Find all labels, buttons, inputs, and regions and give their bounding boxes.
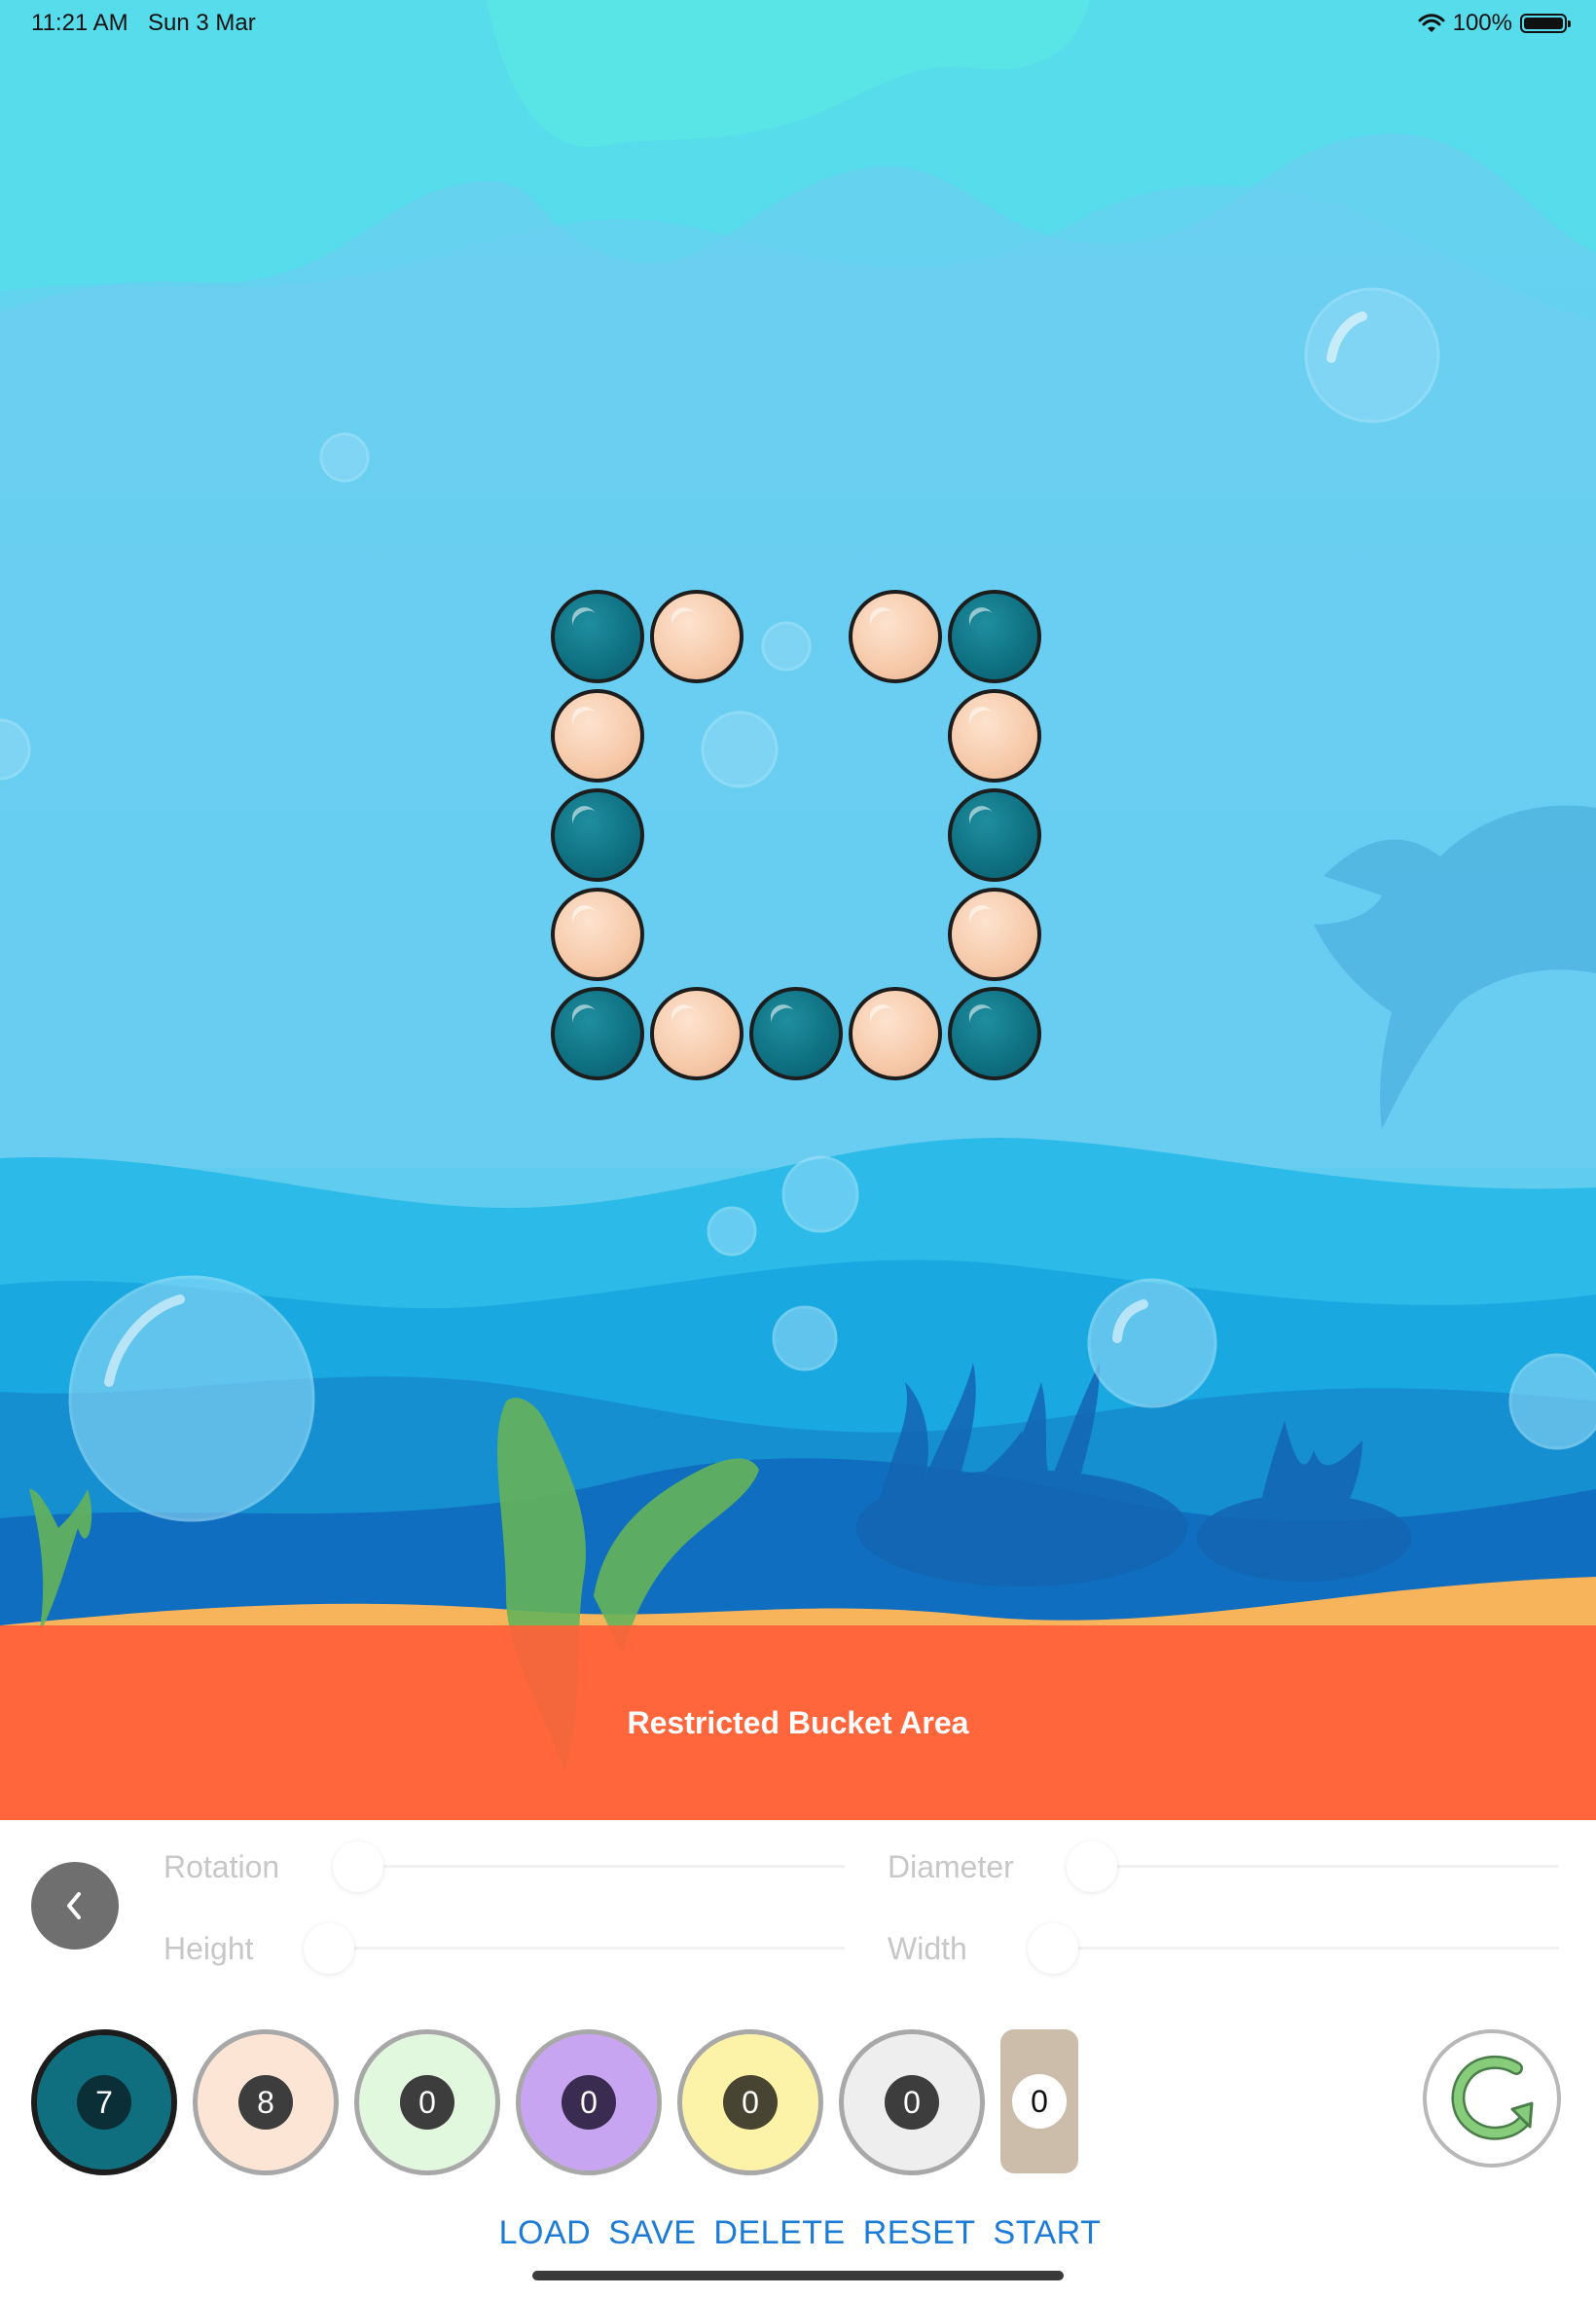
peg-teal[interactable] xyxy=(948,788,1041,882)
palette-green-button[interactable]: 0 xyxy=(354,2029,500,2175)
save-button[interactable]: SAVE xyxy=(608,2214,696,2263)
peg-teal[interactable] xyxy=(948,987,1041,1080)
status-bar: 11:21 AM Sun 3 Mar 100% xyxy=(0,0,1596,47)
start-button[interactable]: START xyxy=(994,2214,1102,2263)
peg-peach[interactable] xyxy=(948,888,1041,981)
status-date: Sun 3 Mar xyxy=(148,10,256,36)
peg-peach[interactable] xyxy=(551,888,644,981)
wifi-icon xyxy=(1418,14,1445,32)
palette-purple-count: 0 xyxy=(562,2075,616,2130)
palette-green-count: 0 xyxy=(400,2075,454,2130)
rectangle-block-count: 0 xyxy=(1012,2074,1067,2129)
rotate-button[interactable] xyxy=(1423,2029,1561,2168)
palette-purple-button[interactable]: 0 xyxy=(516,2029,662,2175)
height-label: Height xyxy=(163,1931,254,1966)
width-label: Width xyxy=(888,1931,967,1966)
diameter-label: Diameter xyxy=(888,1849,1014,1884)
peg-peach[interactable] xyxy=(551,689,644,783)
width-thumb[interactable] xyxy=(1028,1923,1078,1974)
chevron-left-icon xyxy=(67,1892,81,1919)
load-button[interactable]: LOAD xyxy=(499,2214,592,2263)
action-bar: LOAD SAVE DELETE RESET START xyxy=(0,2214,1596,2263)
rotation-thumb[interactable] xyxy=(333,1841,383,1892)
width-track[interactable] xyxy=(1034,1947,1559,1950)
game-scene[interactable]: 11:21 AM Sun 3 Mar 100% Restricted Bucke… xyxy=(0,0,1596,1820)
peg-peach[interactable] xyxy=(948,689,1041,783)
palette-teal-count: 7 xyxy=(77,2075,131,2130)
height-track[interactable] xyxy=(309,1947,845,1950)
peg-teal[interactable] xyxy=(551,987,644,1080)
height-thumb[interactable] xyxy=(304,1923,354,1974)
diameter-track[interactable] xyxy=(1072,1865,1559,1868)
rotation-track[interactable] xyxy=(339,1865,845,1868)
diameter-slider[interactable]: Diameter xyxy=(888,1841,1569,1892)
rectangle-block-button[interactable]: 0 xyxy=(1000,2029,1078,2173)
rotation-slider[interactable]: Rotation xyxy=(163,1841,845,1892)
peg-peach[interactable] xyxy=(849,590,942,683)
battery-icon xyxy=(1520,14,1571,33)
battery-percent: 100% xyxy=(1452,10,1512,36)
delete-button[interactable]: DELETE xyxy=(713,2214,845,2263)
palette-white-count: 0 xyxy=(885,2075,939,2130)
back-button[interactable] xyxy=(31,1862,119,1950)
restricted-bucket-area: Restricted Bucket Area xyxy=(0,1625,1596,1820)
palette-white-button[interactable]: 0 xyxy=(839,2029,985,2175)
rotate-arrow-icon xyxy=(1451,2055,1534,2140)
restricted-bucket-label: Restricted Bucket Area xyxy=(627,1704,969,1740)
palette-peach-button[interactable]: 8 xyxy=(193,2029,339,2175)
peg-teal[interactable] xyxy=(749,987,843,1080)
home-indicator xyxy=(532,2271,1064,2280)
palette-peach-count: 8 xyxy=(238,2075,293,2130)
status-time: 11:21 AM xyxy=(31,10,128,36)
peg-teal[interactable] xyxy=(948,590,1041,683)
palette-yellow-button[interactable]: 0 xyxy=(677,2029,823,2175)
ocean-background xyxy=(0,0,1596,1820)
peg-teal[interactable] xyxy=(551,590,644,683)
palette-teal-button[interactable]: 7 xyxy=(31,2029,177,2175)
palette-yellow-count: 0 xyxy=(723,2075,778,2130)
diameter-thumb[interactable] xyxy=(1067,1841,1117,1892)
peg-teal[interactable] xyxy=(551,788,644,882)
status-right: 100% xyxy=(1418,10,1571,37)
height-slider[interactable]: Height xyxy=(163,1923,845,1974)
peg-peach[interactable] xyxy=(650,590,744,683)
rotation-label: Rotation xyxy=(163,1849,280,1884)
peg-peach[interactable] xyxy=(849,987,942,1080)
width-slider[interactable]: Width xyxy=(888,1923,1569,1974)
reset-button[interactable]: RESET xyxy=(863,2214,976,2263)
peg-peach[interactable] xyxy=(650,987,744,1080)
